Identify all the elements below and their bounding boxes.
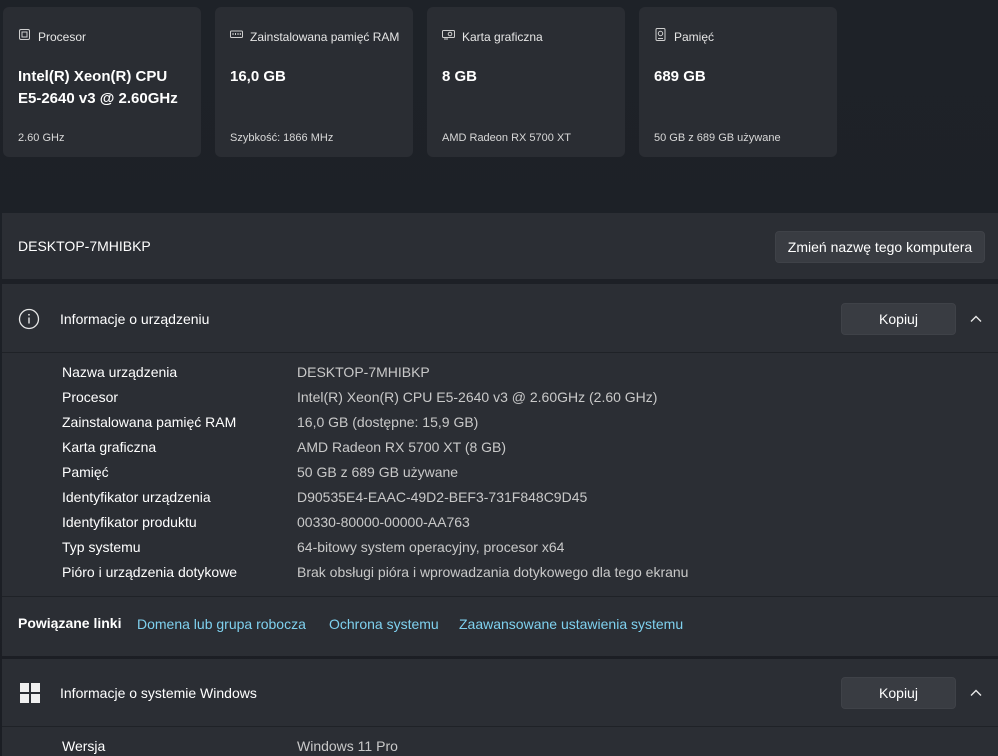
spec-card-value: 16,0 GB: [230, 68, 286, 85]
spec-card-title: Pamięć: [674, 30, 715, 44]
divider: [2, 352, 998, 353]
gpu-icon: [442, 28, 455, 41]
row-value[interactable]: 00330-80000-00000-AA763: [297, 514, 470, 530]
link-advanced-system-settings[interactable]: Zaawansowane ustawienia systemu: [459, 616, 683, 632]
row-value: 64-bitowy system operacyjny, procesor x6…: [297, 539, 565, 555]
spec-card-subtitle: AMD Radeon RX 5700 XT: [442, 132, 572, 144]
spec-card-storage: Pamięć 689 GB 50 GB z 689 GB używane: [639, 7, 837, 157]
divider: [2, 726, 998, 727]
device-info-title: Informacje o urządzeniu: [60, 311, 210, 327]
row-value: Windows 11 Pro: [297, 738, 398, 754]
rename-computer-button[interactable]: Zmień nazwę tego komputera: [775, 231, 985, 263]
link-system-protection[interactable]: Ochrona systemu: [329, 616, 439, 632]
row-label: Procesor: [62, 389, 119, 405]
row-value: Intel(R) Xeon(R) CPU E5-2640 v3 @ 2.60GH…: [297, 389, 658, 405]
device-info-panel: Informacje o urządzeniu Kopiuj Nazwa urz…: [2, 284, 998, 656]
link-domain-workgroup[interactable]: Domena lub grupa robocza: [137, 616, 306, 632]
spec-card-ram: Zainstalowana pamięć RAM 16,0 GB Szybkoś…: [215, 7, 413, 157]
device-info-table: Nazwa urządzenia DESKTOP-7MHIBKP Proceso…: [2, 356, 998, 596]
ram-icon: [230, 28, 243, 41]
row-label: Karta graficzna: [62, 439, 157, 455]
spec-card-value: 8 GB: [442, 68, 478, 85]
row-value: Brak obsługi pióra i wprowadzania dotyko…: [297, 564, 689, 580]
row-value[interactable]: D90535E4-EAAC-49D2-BEF3-731F848C9D45: [297, 489, 587, 505]
row-label: Zainstalowana pamięć RAM: [62, 414, 237, 430]
spec-card-title: Zainstalowana pamięć RAM: [250, 30, 400, 44]
row-label: Typ systemu: [62, 539, 141, 555]
computer-name: DESKTOP-7MHIBKP: [18, 238, 151, 254]
spec-card-gpu: Karta graficzna 8 GB AMD Radeon RX 5700 …: [427, 7, 625, 157]
spec-card-subtitle: 50 GB z 689 GB używane: [654, 132, 781, 144]
row-label: Pióro i urządzenia dotykowe: [62, 564, 238, 580]
windows-info-panel: Informacje o systemie Windows Kopiuj Wer…: [2, 659, 998, 756]
related-links-label: Powiązane linki: [18, 615, 122, 631]
spec-card-value: 689 GB: [654, 68, 706, 85]
windows-info-header[interactable]: Informacje o systemie Windows Kopiuj: [2, 659, 998, 726]
spec-card-title: Karta graficzna: [462, 30, 543, 44]
chevron-up-icon[interactable]: [968, 685, 984, 701]
info-icon: [18, 308, 40, 330]
copy-windows-info-button[interactable]: Kopiuj: [841, 677, 956, 709]
row-value: 16,0 GB (dostępne: 15,9 GB): [297, 414, 479, 430]
computer-name-panel: DESKTOP-7MHIBKP Zmień nazwę tego kompute…: [2, 213, 998, 279]
row-label: Nazwa urządzenia: [62, 364, 178, 380]
storage-icon: [654, 28, 667, 41]
spec-card-subtitle: 2.60 GHz: [18, 132, 65, 144]
cpu-icon: [18, 28, 31, 41]
spec-card-title: Procesor: [38, 30, 87, 44]
windows-logo-icon: [20, 683, 40, 703]
row-value: DESKTOP-7MHIBKP: [297, 364, 430, 380]
row-label: Wersja: [62, 738, 106, 754]
row-value: AMD Radeon RX 5700 XT (8 GB): [297, 439, 507, 455]
device-info-header[interactable]: Informacje o urządzeniu Kopiuj: [2, 284, 998, 352]
system-about-page: Procesor Intel(R) Xeon(R) CPU E5-2640 v3…: [0, 0, 998, 756]
row-label: Identyfikator produktu: [62, 514, 197, 530]
row-label: Pamięć: [62, 464, 109, 480]
windows-info-title: Informacje o systemie Windows: [60, 685, 257, 701]
spec-card-processor: Procesor Intel(R) Xeon(R) CPU E5-2640 v3…: [3, 7, 201, 157]
spec-card-subtitle: Szybkość: 1866 MHz: [230, 132, 334, 144]
copy-device-info-button[interactable]: Kopiuj: [841, 303, 956, 335]
chevron-up-icon[interactable]: [968, 311, 984, 327]
row-label: Identyfikator urządzenia: [62, 489, 211, 505]
row-value: 50 GB z 689 GB używane: [297, 464, 459, 480]
spec-card-value: Intel(R) Xeon(R) CPU E5-2640 v3 @ 2.60GH…: [18, 68, 178, 107]
related-links-bar: Powiązane linki Domena lub grupa robocza…: [2, 597, 998, 656]
